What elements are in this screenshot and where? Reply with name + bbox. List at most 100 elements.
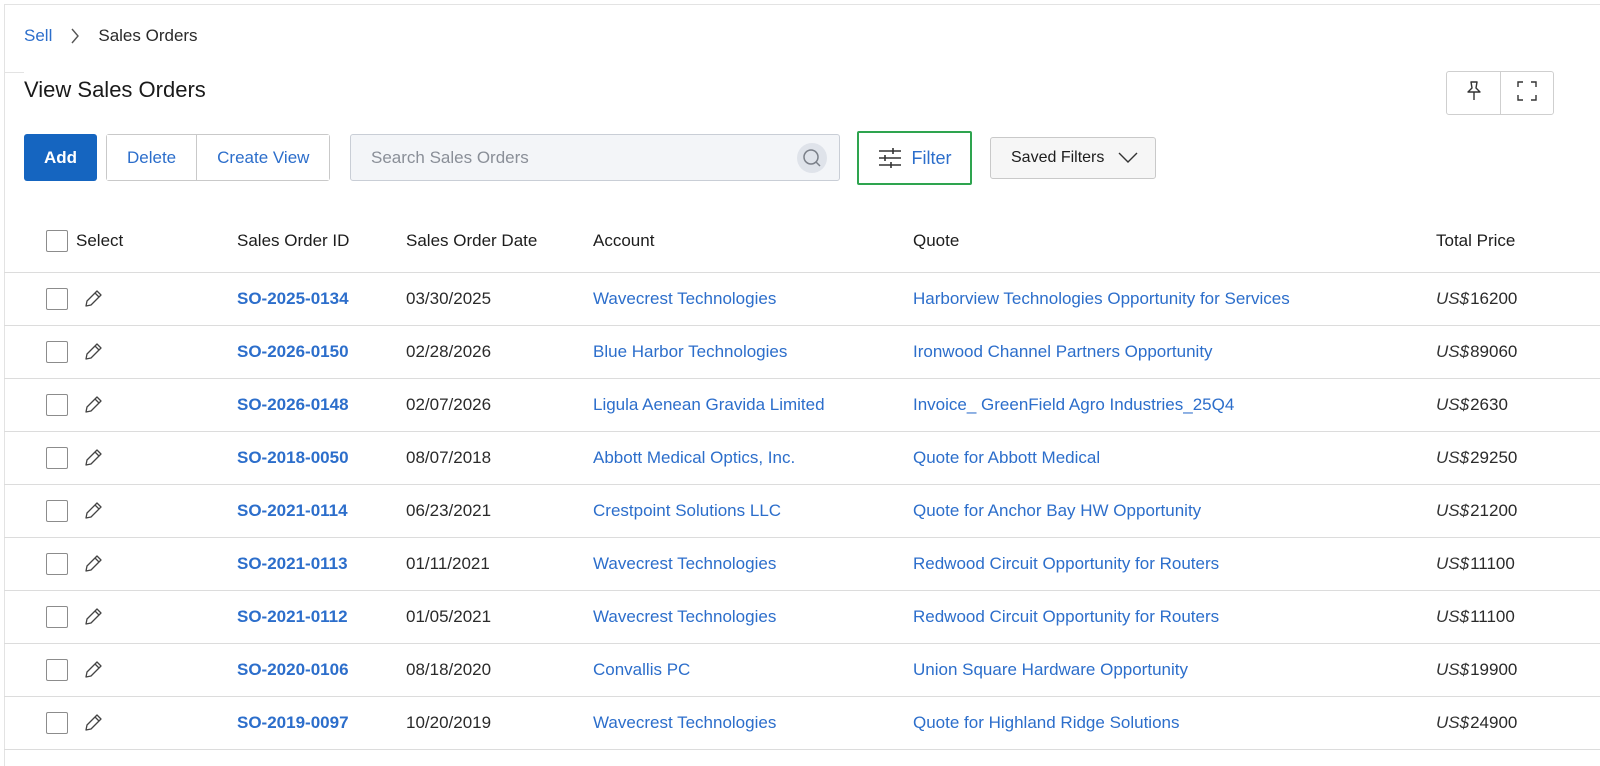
sales-order-id-link[interactable]: SO-2026-0148 [237,395,349,415]
table-row: SO-2025-0134 03/30/2025 Wavecrest Technolo… [4,273,1600,326]
pencil-icon[interactable] [82,394,104,416]
page-title: View Sales Orders [24,77,206,102]
sales-order-id-link[interactable]: SO-2025-0134 [237,289,349,309]
account-link[interactable]: Wavecrest Technologies [593,554,776,574]
header-divider [4,72,24,73]
account-link[interactable]: Wavecrest Technologies [593,607,776,627]
sales-order-date: 01/11/2021 [406,554,490,573]
row-select-cell [46,326,104,378]
search-icon[interactable] [797,142,827,173]
column-header-sales-order-id[interactable]: Sales Order ID [237,210,349,272]
row-checkbox[interactable] [46,288,68,310]
row-select-cell [46,485,104,537]
row-checkbox[interactable] [46,394,68,416]
breadcrumb: Sell Sales Orders [24,26,198,46]
chevron-right-icon [70,26,80,46]
account-link[interactable]: Wavecrest Technologies [593,713,776,733]
row-checkbox[interactable] [46,606,68,628]
quote-link[interactable]: Harborview Technologies Opportunity for … [913,289,1290,309]
total-price-value: 24900 [1470,713,1518,732]
create-view-button[interactable]: Create View [196,135,330,180]
total-price-value: 21200 [1470,501,1518,520]
currency-symbol: US$ [1436,289,1470,308]
table-header-row: Select Sales Order ID Sales Order Date A… [4,210,1600,273]
quote-link[interactable]: Ironwood Channel Partners Opportunity [913,342,1213,362]
pencil-icon[interactable] [82,341,104,363]
sales-order-date: 02/28/2026 [406,342,492,361]
total-price-value: 16200 [1470,289,1518,308]
total-price-value: 89060 [1470,342,1518,361]
sales-order-id-link[interactable]: SO-2021-0113 [237,554,348,574]
pencil-icon[interactable] [82,659,104,681]
account-link[interactable]: Ligula Aenean Gravida Limited [593,395,825,415]
row-select-cell [46,644,104,696]
select-all-checkbox[interactable] [46,230,68,252]
breadcrumb-link-sell[interactable]: Sell [24,26,52,46]
row-checkbox[interactable] [46,500,68,522]
action-button-group: Delete Create View [106,134,331,181]
quote-link[interactable]: Union Square Hardware Opportunity [913,660,1188,680]
sales-order-date: 02/07/2026 [406,395,492,414]
currency-symbol: US$ [1436,448,1470,467]
column-header-account[interactable]: Account [593,210,654,272]
sales-order-date: 03/30/2025 [406,289,492,308]
saved-filters-dropdown[interactable]: Saved Filters [990,137,1156,179]
sales-orders-table: Select Sales Order ID Sales Order Date A… [4,210,1600,750]
sales-order-id-link[interactable]: SO-2021-0114 [237,501,348,521]
quote-link[interactable]: Quote for Anchor Bay HW Opportunity [913,501,1201,521]
filter-button[interactable]: Filter [857,131,972,185]
row-checkbox[interactable] [46,553,68,575]
toolbar: Add Delete Create View Filter Saved Filt… [24,131,1184,185]
quote-link[interactable]: Redwood Circuit Opportunity for Routers [913,607,1219,627]
account-link[interactable]: Abbott Medical Optics, Inc. [593,448,795,468]
quote-link[interactable]: Quote for Highland Ridge Solutions [913,713,1180,733]
row-checkbox[interactable] [46,659,68,681]
add-button[interactable]: Add [24,134,97,181]
account-link[interactable]: Crestpoint Solutions LLC [593,501,781,521]
pencil-icon[interactable] [82,500,104,522]
quote-link[interactable]: Quote for Abbott Medical [913,448,1100,468]
row-select-cell [46,697,104,749]
sales-order-date: 06/23/2021 [406,501,492,520]
header-select-cell: Select [46,210,123,272]
sales-order-date: 01/05/2021 [406,607,492,626]
account-link[interactable]: Wavecrest Technologies [593,289,776,309]
sales-order-id-link[interactable]: SO-2018-0050 [237,448,349,468]
row-checkbox[interactable] [46,712,68,734]
filter-label: Filter [911,147,952,168]
column-header-sales-order-date[interactable]: Sales Order Date [406,210,537,272]
sales-order-id-link[interactable]: SO-2021-0112 [237,607,348,627]
table-row: SO-2018-0050 08/07/2018 Abbott Medical Opt… [4,432,1600,485]
sales-order-id-link[interactable]: SO-2020-0106 [237,660,349,680]
row-checkbox[interactable] [46,341,68,363]
pin-button[interactable] [1447,72,1500,114]
page-actions [1446,71,1554,115]
pencil-icon[interactable] [82,553,104,575]
fullscreen-button[interactable] [1500,72,1553,114]
currency-symbol: US$ [1436,554,1470,573]
sales-order-date: 08/07/2018 [406,448,492,467]
quote-link[interactable]: Invoice_ GreenField Agro Industries_25Q4 [913,395,1234,415]
account-link[interactable]: Convallis PC [593,660,690,680]
total-price-value: 11100 [1470,607,1515,626]
row-checkbox[interactable] [46,447,68,469]
delete-button[interactable]: Delete [107,135,197,180]
pencil-icon[interactable] [82,712,104,734]
sliders-icon [878,147,902,169]
sales-order-date: 08/18/2020 [406,660,492,679]
column-header-total-price[interactable]: Total Price [1436,210,1515,272]
fullscreen-icon [1516,80,1538,107]
chevron-down-icon [1118,152,1138,164]
pencil-icon[interactable] [82,288,104,310]
sales-order-id-link[interactable]: SO-2019-0097 [237,713,349,733]
total-price-value: 11100 [1470,554,1515,573]
account-link[interactable]: Blue Harbor Technologies [593,342,787,362]
sales-order-date: 10/20/2019 [406,713,492,732]
column-header-quote[interactable]: Quote [913,210,959,272]
quote-link[interactable]: Redwood Circuit Opportunity for Routers [913,554,1219,574]
search-input[interactable] [351,135,797,180]
pencil-icon[interactable] [82,606,104,628]
row-select-cell [46,379,104,431]
sales-order-id-link[interactable]: SO-2026-0150 [237,342,349,362]
pencil-icon[interactable] [82,447,104,469]
